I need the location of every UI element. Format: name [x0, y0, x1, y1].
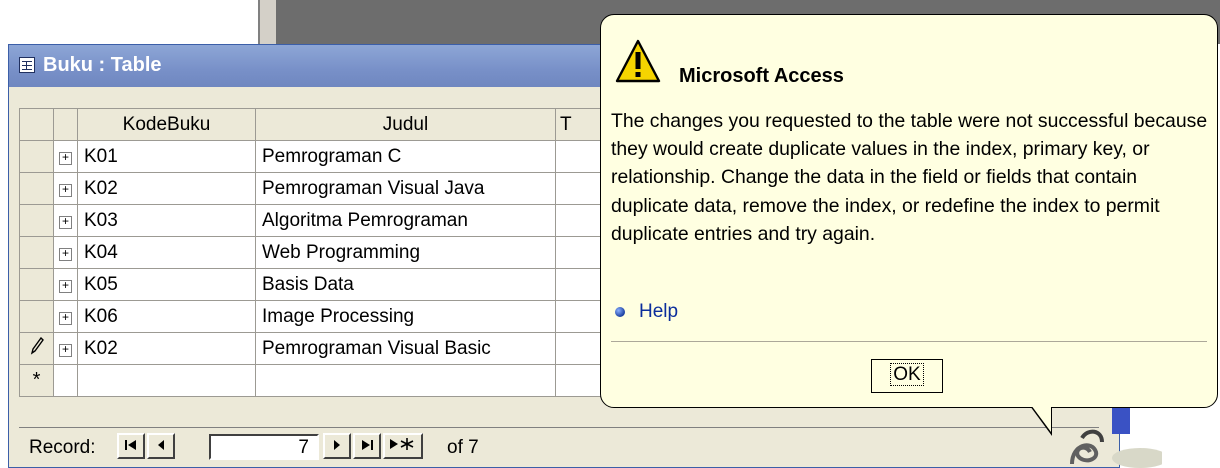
table-row-editing[interactable]: + K02 Pemrograman Visual Basic [19, 332, 616, 365]
expand-toggle[interactable]: + [53, 172, 78, 205]
row-selector[interactable] [19, 172, 54, 205]
row-selector[interactable] [19, 300, 54, 333]
column-header-kodebuku[interactable]: KodeBuku [77, 108, 256, 141]
expand-toggle[interactable]: + [53, 236, 78, 269]
header-row: KodeBuku Judul T [19, 108, 616, 141]
cell-judul[interactable]: Web Programming [255, 236, 556, 269]
cell-kodebuku[interactable]: K01 [77, 140, 256, 173]
plus-icon: + [59, 183, 72, 197]
ok-button[interactable]: OK [871, 359, 943, 393]
balloon-tail-fill [1031, 405, 1051, 432]
column-header-judul[interactable]: Judul [255, 108, 556, 141]
record-navigator: Record: 7 of 7 [19, 427, 1099, 466]
expand-header-cell [53, 108, 78, 141]
plus-icon: + [59, 215, 72, 229]
table-icon [19, 57, 35, 73]
next-record-icon [334, 440, 340, 450]
previous-record-icon [158, 440, 164, 450]
current-record-field[interactable]: 7 [209, 434, 319, 460]
table-row[interactable]: + K01 Pemrograman C [19, 140, 616, 173]
office-assistant-icon [1070, 429, 1162, 468]
expand-toggle[interactable]: + [53, 140, 78, 173]
new-record-row[interactable]: * [19, 364, 616, 397]
next-record-button[interactable] [323, 433, 351, 459]
cell-judul[interactable]: Pemrograman Visual Java [255, 172, 556, 205]
dialog-title: Microsoft Access [679, 65, 844, 87]
cell-kodebuku[interactable]: K02 [77, 172, 256, 205]
cell-kodebuku[interactable]: K06 [77, 300, 256, 333]
cell-judul[interactable]: Basis Data [255, 268, 556, 301]
expand-toggle[interactable]: + [53, 300, 78, 333]
cell-kodebuku[interactable]: K04 [77, 236, 256, 269]
window-title: Buku : Table [43, 54, 162, 76]
cell-kodebuku[interactable]: K03 [77, 204, 256, 237]
pencil-icon [30, 336, 44, 355]
table-row[interactable]: + K06 Image Processing [19, 300, 616, 333]
table-row[interactable]: + K03 Algoritma Pemrograman [19, 204, 616, 237]
row-selector[interactable] [19, 140, 54, 173]
new-record-icon [390, 438, 414, 450]
warning-icon [615, 39, 661, 83]
cell-kodebuku[interactable]: K05 [77, 268, 256, 301]
datasheet-grid: KodeBuku Judul T + K01 Pemrograman C + K… [19, 108, 616, 397]
cell-judul[interactable]: Algoritma Pemrograman [255, 204, 556, 237]
first-record-button[interactable] [117, 433, 145, 459]
plus-icon: + [59, 343, 72, 357]
plus-icon: + [59, 279, 72, 293]
dialog-separator [611, 341, 1207, 342]
help-bullet-icon [615, 306, 625, 317]
record-label: Record: [29, 437, 96, 458]
background-left [0, 0, 258, 44]
select-all-cell[interactable] [19, 108, 54, 141]
record-count: of 7 [447, 437, 479, 458]
new-record-marker[interactable]: * [19, 364, 54, 397]
plus-icon: + [59, 247, 72, 261]
row-selector-editing[interactable] [19, 332, 54, 365]
cell-judul-new[interactable] [255, 364, 556, 397]
last-record-button[interactable] [353, 433, 381, 459]
error-balloon: Microsoft Access The changes you request… [600, 14, 1218, 408]
table-row[interactable]: + K05 Basis Data [19, 268, 616, 301]
row-selector[interactable] [19, 268, 54, 301]
expand-toggle[interactable]: + [53, 268, 78, 301]
cell-kodebuku[interactable]: K02 [77, 332, 256, 365]
row-selector[interactable] [19, 236, 54, 269]
expand-toggle[interactable]: + [53, 332, 78, 365]
cell-judul[interactable]: Image Processing [255, 300, 556, 333]
cell-kodebuku-new[interactable] [77, 364, 256, 397]
window-divider [258, 0, 276, 44]
help-link[interactable]: Help [615, 301, 678, 323]
expand-toggle-empty [53, 364, 78, 397]
previous-record-button[interactable] [147, 433, 175, 459]
table-row[interactable]: + K04 Web Programming [19, 236, 616, 269]
last-record-icon [362, 440, 373, 450]
cell-judul[interactable]: Pemrograman Visual Basic [255, 332, 556, 365]
cell-judul[interactable]: Pemrograman C [255, 140, 556, 173]
plus-icon: + [59, 151, 72, 165]
row-selector[interactable] [19, 204, 54, 237]
ok-label: OK [890, 363, 924, 386]
help-label: Help [639, 301, 679, 322]
new-record-button[interactable] [383, 433, 423, 459]
first-record-icon [125, 440, 136, 450]
table-row[interactable]: + K02 Pemrograman Visual Java [19, 172, 616, 205]
plus-icon: + [59, 311, 72, 325]
expand-toggle[interactable]: + [53, 204, 78, 237]
dialog-message: The changes you requested to the table w… [611, 110, 1208, 245]
